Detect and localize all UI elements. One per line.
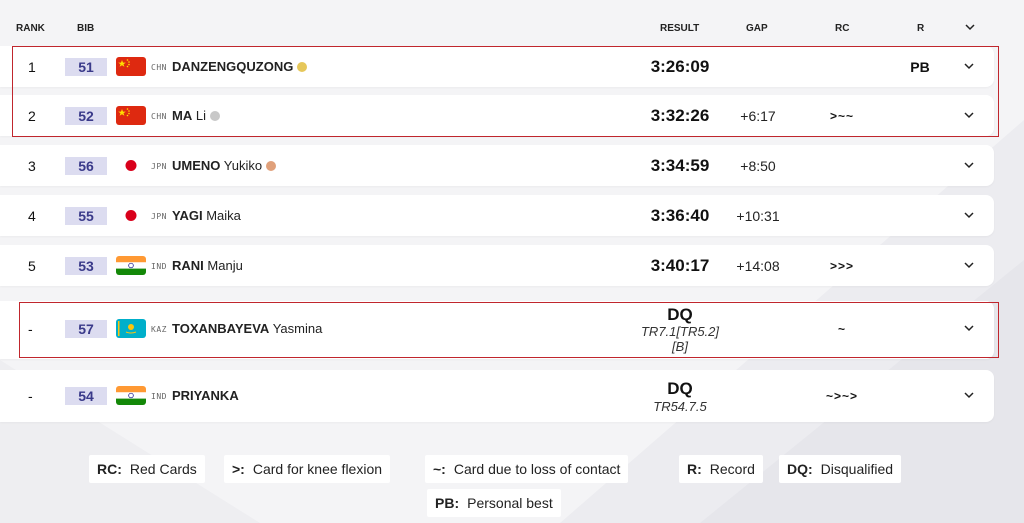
- athlete-name[interactable]: RANI Manju: [172, 258, 243, 273]
- noc-code: KAZ: [151, 325, 167, 334]
- table-row[interactable]: 2 52 CHN MA Li 3:32:26 +6:17 >~~: [0, 95, 994, 136]
- table-row[interactable]: 3 56 JPN UMENO Yukiko 3:34:59 +8:50: [0, 145, 994, 186]
- red-cards: >~~: [829, 109, 855, 123]
- bib-number: 57: [65, 320, 107, 338]
- chevron-down-icon[interactable]: [962, 321, 976, 335]
- red-cards: ~: [837, 322, 846, 336]
- chn-flag-icon: [116, 106, 146, 125]
- jpn-flag-icon: [116, 206, 146, 225]
- noc-code: IND: [151, 262, 167, 271]
- rank: -: [28, 388, 33, 404]
- bib-number: 51: [65, 58, 107, 76]
- rank: -: [28, 321, 33, 337]
- chevron-down-icon[interactable]: [962, 108, 976, 122]
- rank-column-header: RANK: [16, 23, 45, 34]
- results-table-header: RANK BIB RESULT GAP RC R: [0, 20, 1024, 40]
- chn-flag-icon: [116, 57, 146, 76]
- gap-column-header: GAP: [746, 23, 768, 34]
- chevron-down-icon[interactable]: [962, 388, 976, 402]
- noc-code: CHN: [151, 63, 167, 72]
- bib-number: 55: [65, 207, 107, 225]
- bib-column-header: BIB: [77, 23, 95, 34]
- table-row[interactable]: - 57 KAZ TOXANBAYEVA Yasmina DQ TR7.1[TR…: [0, 301, 994, 359]
- athlete-name[interactable]: DANZENGQUZONG: [172, 59, 308, 74]
- result-note: [B]: [672, 339, 688, 354]
- bib-number: 53: [65, 257, 107, 275]
- noc-code: JPN: [151, 162, 167, 171]
- red-cards: >>>: [829, 259, 855, 273]
- rank: 2: [28, 108, 36, 124]
- rank: 4: [28, 208, 36, 224]
- noc-code: CHN: [151, 112, 167, 121]
- noc-code: IND: [151, 392, 167, 401]
- silver-medal-icon: [209, 111, 220, 121]
- gap-value: +14:08: [736, 258, 780, 274]
- ind-flag-icon: [116, 256, 146, 275]
- rc-column-header: RC: [835, 23, 850, 34]
- result-time: DQ: [667, 379, 693, 398]
- athlete-name[interactable]: PRIYANKA: [172, 388, 239, 403]
- result-time: 3:26:09: [650, 57, 710, 76]
- legend-item: R: Record: [679, 455, 763, 483]
- chevron-down-icon[interactable]: [962, 208, 976, 222]
- rank: 5: [28, 258, 36, 274]
- athlete-name[interactable]: MA Li: [172, 108, 220, 123]
- gap-value: +10:31: [736, 208, 780, 224]
- ind-flag-icon: [116, 386, 146, 405]
- result-time: DQ: [667, 305, 693, 324]
- table-row[interactable]: - 54 IND PRIYANKA DQ TR54.7.5 ~>~>: [0, 370, 994, 422]
- legend-item: >: Card for knee flexion: [224, 455, 391, 483]
- chevron-down-icon[interactable]: [962, 158, 976, 172]
- result-note: TR54.7.5: [653, 399, 707, 414]
- athlete-name[interactable]: YAGI Maika: [172, 208, 241, 223]
- noc-code: JPN: [151, 212, 167, 221]
- legend-item: ~: Card due to loss of contact: [425, 455, 629, 483]
- bronze-medal-icon: [266, 161, 277, 171]
- chevron-down-icon[interactable]: [963, 20, 977, 34]
- red-cards: ~>~>: [825, 389, 859, 403]
- r-column-header: R: [917, 23, 925, 34]
- jpn-flag-icon: [116, 156, 146, 175]
- table-row[interactable]: 1 51 CHN DANZENGQUZONG 3:26:09 PB: [0, 46, 994, 87]
- bib-number: 56: [65, 157, 107, 175]
- record-badge: PB: [910, 59, 930, 75]
- bib-number: 54: [65, 387, 107, 405]
- athlete-name[interactable]: TOXANBAYEVA Yasmina: [172, 321, 322, 336]
- gap-value: +6:17: [740, 108, 776, 124]
- legend-item: PB: Personal best: [427, 489, 561, 517]
- chevron-down-icon[interactable]: [962, 258, 976, 272]
- rank: 1: [28, 59, 36, 75]
- kaz-flag-icon: [116, 319, 146, 338]
- result-note: TR7.1[TR5.2]: [640, 324, 720, 339]
- chevron-down-icon[interactable]: [962, 59, 976, 73]
- athlete-name[interactable]: UMENO Yukiko: [172, 158, 277, 173]
- table-row[interactable]: 5 53 IND RANI Manju 3:40:17 +14:08 >>>: [0, 245, 994, 286]
- bib-number: 52: [65, 107, 107, 125]
- result-column-header: RESULT: [660, 23, 700, 34]
- rank: 3: [28, 158, 36, 174]
- table-row[interactable]: 4 55 JPN YAGI Maika 3:36:40 +10:31: [0, 195, 994, 236]
- legend-item: DQ: Disqualified: [779, 455, 902, 483]
- legend-item: RC: Red Cards: [89, 455, 205, 483]
- gold-medal-icon: [297, 62, 308, 72]
- gap-value: +8:50: [740, 158, 776, 174]
